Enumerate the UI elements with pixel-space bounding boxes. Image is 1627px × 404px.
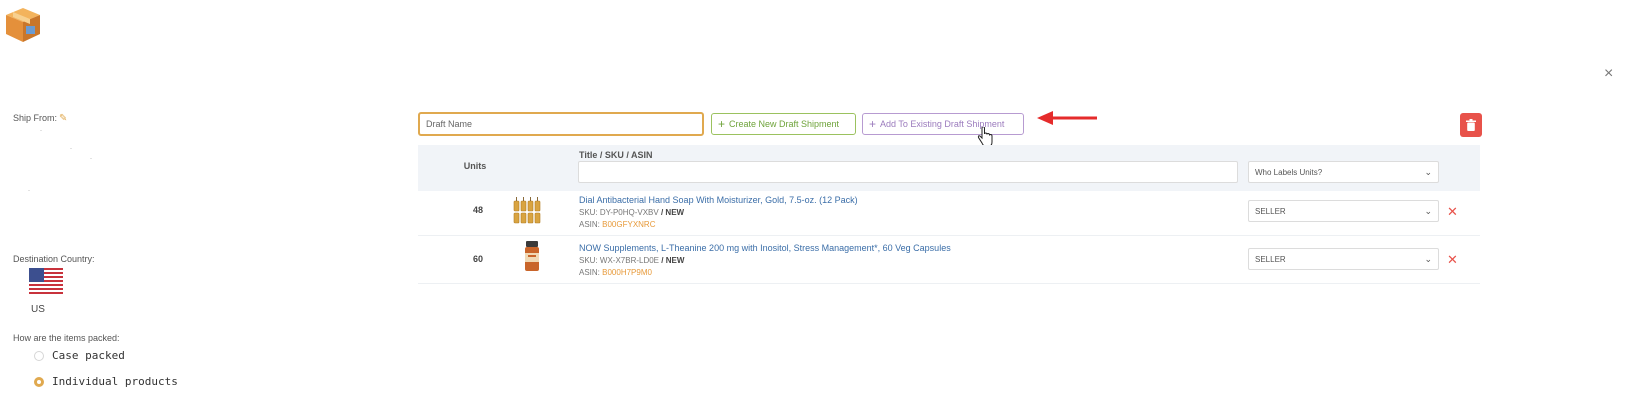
chevron-down-icon: ⌄ <box>1424 166 1432 177</box>
radio-button-selected[interactable] <box>34 376 44 387</box>
row-units: 48 <box>472 205 483 215</box>
radio-case-packed[interactable]: Case packed <box>34 349 125 362</box>
product-image-soap <box>513 197 541 224</box>
row-units: 60 <box>472 254 483 264</box>
condition-text: / NEW <box>661 256 685 265</box>
radio-label: Individual products <box>52 375 178 388</box>
trash-icon <box>1466 119 1476 131</box>
chevron-down-icon: ⌄ <box>1424 205 1432 216</box>
units-column-header: Units <box>463 161 487 171</box>
chevron-down-icon: ⌄ <box>1424 253 1432 264</box>
sku-text: SKU: DY-P0HQ-VXBV <box>579 208 659 217</box>
who-labels-select[interactable]: Who Labels Units? ⌄ <box>1248 161 1439 183</box>
row-divider <box>418 235 1480 236</box>
asin-link[interactable]: B00GFYXNRC <box>602 220 655 229</box>
faint-mark <box>28 190 30 191</box>
draft-name-input[interactable] <box>418 112 704 136</box>
asin-prefix: ASIN: <box>579 220 600 229</box>
add-to-existing-draft-button[interactable]: + Add To Existing Draft Shipment <box>862 113 1024 135</box>
sku-text: SKU: WX-X7BR-LD0E <box>579 256 660 265</box>
box-logo-icon <box>6 8 40 42</box>
title-column-header: Title / SKU / ASIN <box>579 150 653 160</box>
product-asin: ASIN: B000H7P9M0 <box>579 268 652 277</box>
ship-from-label: Ship From: ✎ <box>13 113 67 124</box>
faint-mark <box>40 130 42 131</box>
radio-individual-products[interactable]: Individual products <box>34 375 178 388</box>
row-divider <box>418 283 1480 284</box>
red-arrow-icon <box>1037 111 1097 125</box>
hand-cursor-icon <box>977 127 993 147</box>
faint-mark <box>90 158 92 159</box>
us-flag-icon <box>29 268 63 294</box>
create-draft-label: Create New Draft Shipment <box>729 119 840 129</box>
remove-row-icon[interactable]: ✕ <box>1447 205 1458 218</box>
faint-mark <box>70 148 72 149</box>
remove-row-icon[interactable]: ✕ <box>1447 253 1458 266</box>
product-sku: SKU: DY-P0HQ-VXBV / NEW <box>579 208 684 217</box>
create-draft-shipment-button[interactable]: + Create New Draft Shipment <box>711 113 856 135</box>
country-code: US <box>31 304 45 315</box>
plus-icon: + <box>718 117 726 131</box>
radio-button[interactable] <box>34 350 44 361</box>
product-title-link[interactable]: Dial Antibacterial Hand Soap With Moistu… <box>579 195 858 205</box>
pencil-icon[interactable]: ✎ <box>59 113 67 124</box>
ship-from-text: Ship From: <box>13 113 58 123</box>
row-label-value: SELLER <box>1255 206 1286 216</box>
title-filter-input[interactable] <box>578 161 1238 183</box>
delete-button[interactable] <box>1460 113 1482 137</box>
packing-question: How are the items packed: <box>13 333 120 343</box>
product-title-link[interactable]: NOW Supplements, L-Theanine 200 mg with … <box>579 243 951 253</box>
condition-text: / NEW <box>660 208 685 217</box>
row-label-select[interactable]: SELLER ⌄ <box>1248 200 1439 222</box>
asin-prefix: ASIN: <box>579 268 600 277</box>
row-label-select[interactable]: SELLER ⌄ <box>1248 248 1439 270</box>
asin-link[interactable]: B000H7P9M0 <box>602 268 652 277</box>
plus-icon: + <box>869 117 877 131</box>
who-labels-placeholder: Who Labels Units? <box>1255 167 1323 177</box>
radio-label: Case packed <box>52 349 125 362</box>
row-label-value: SELLER <box>1255 254 1286 264</box>
product-sku: SKU: WX-X7BR-LD0E / NEW <box>579 256 684 265</box>
close-icon[interactable]: × <box>1604 66 1613 82</box>
destination-country-label: Destination Country: <box>13 254 95 264</box>
product-image-supplement <box>525 241 539 271</box>
product-asin: ASIN: B00GFYXNRC <box>579 220 656 229</box>
